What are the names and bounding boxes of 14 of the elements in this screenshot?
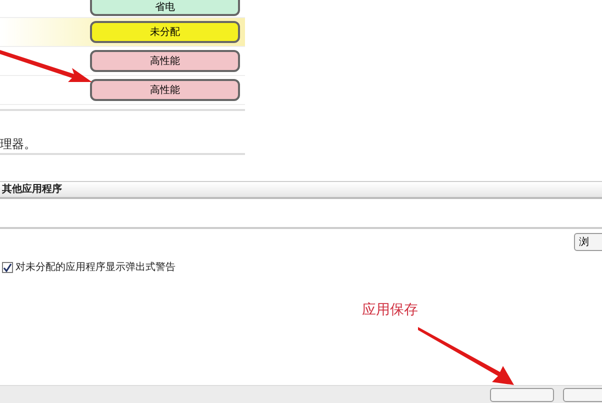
mode-button[interactable]: 省电 <box>90 0 240 16</box>
section-header: 其他应用程序 <box>0 181 602 199</box>
mode-button[interactable]: 未分配 <box>90 21 240 43</box>
cancel-button[interactable] <box>563 388 602 402</box>
checkbox-label: 对未分配的应用程序显示弹出式警告 <box>16 260 176 275</box>
description-text: 理器。 <box>0 136 36 153</box>
apply-button[interactable] <box>490 388 554 402</box>
browse-button[interactable]: 浏 <box>574 233 602 251</box>
mode-button[interactable]: 高性能 <box>90 79 240 101</box>
arrow-icon <box>418 326 514 386</box>
checkbox[interactable] <box>2 262 13 273</box>
annotation-text: 应用保存 <box>362 301 418 320</box>
mode-button[interactable]: 高性能 <box>90 50 240 72</box>
row-highlight[interactable]: 未分配 <box>0 18 245 47</box>
